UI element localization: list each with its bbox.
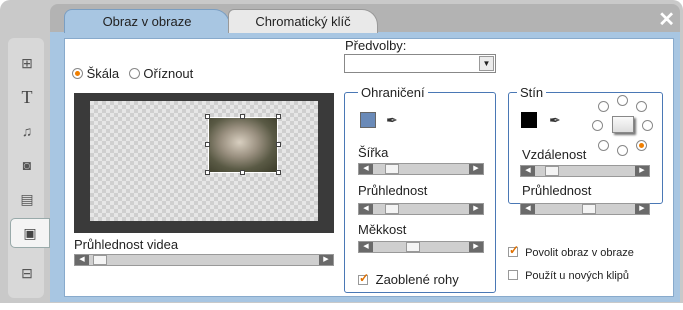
sidebar-item-layout[interactable]: ⊞ [10, 48, 44, 78]
enable-pip-label: Povolit obraz v obraze [525, 247, 634, 259]
border-opacity-slider[interactable]: ◀ ▶ [358, 203, 484, 215]
shadow-direction-bottom[interactable] [617, 145, 628, 156]
shadow-opacity-label: Průhlednost [522, 183, 592, 198]
radio-scale-label: Škála [86, 66, 120, 81]
sidebar: ⊞ T ♫ ◙ ▤ ▣ ⊟ [8, 38, 50, 298]
slider-thumb[interactable] [405, 242, 420, 252]
resize-handle[interactable] [240, 114, 245, 119]
enable-pip-option[interactable]: Povolit obraz v obraze [508, 243, 634, 259]
picture-in-picture-icon: ▣ [23, 224, 37, 241]
radio-crop-label: Oříznout [143, 66, 194, 81]
shadow-color-swatch[interactable] [521, 112, 537, 128]
eyedropper-icon[interactable]: ✒ [549, 112, 561, 129]
audio-clip-icon: ♫ [21, 123, 33, 139]
use-new-clips-checkbox[interactable] [508, 270, 518, 280]
tab-label: Chromatický klíč [255, 14, 351, 29]
close-icon[interactable]: ✕ [658, 10, 675, 30]
resize-handle[interactable] [205, 114, 210, 119]
shadow-direction-top[interactable] [617, 95, 628, 106]
shadow-direction-left[interactable] [592, 120, 603, 131]
preview-canvas [90, 101, 318, 221]
arrow-right-icon[interactable]: ▶ [635, 204, 649, 214]
preview-area [74, 93, 334, 233]
use-new-clips-option[interactable]: Použít u nových klipů [508, 270, 629, 282]
arrow-left-icon[interactable]: ◀ [359, 204, 373, 214]
sidebar-item-clapper[interactable]: ▤ [10, 184, 44, 214]
tab-chroma-key[interactable]: Chromatický klíč [228, 9, 378, 33]
video-opacity-label: Průhlednost videa [74, 237, 179, 252]
sidebar-item-pip[interactable]: ▣ [10, 218, 50, 248]
tab-label: Obraz v obraze [102, 14, 192, 29]
enable-pip-checkbox[interactable] [508, 243, 519, 257]
slider-thumb[interactable] [93, 255, 108, 265]
resize-handle[interactable] [205, 142, 210, 147]
rounded-corners-label: Zaoblené rohy [375, 272, 459, 287]
arrow-right-icon[interactable]: ▶ [469, 164, 483, 174]
rounded-corners-checkbox[interactable] [358, 271, 369, 285]
sidebar-item-camera[interactable]: ◙ [10, 150, 44, 180]
clapper-icon: ▤ [20, 190, 34, 207]
arrow-right-icon[interactable]: ▶ [319, 255, 333, 265]
shadow-preview-icon [612, 116, 634, 133]
sidebar-item-title[interactable]: T [10, 82, 44, 112]
mode-selector: Škála Oříznout [72, 66, 193, 81]
radio-scale[interactable]: Škála [72, 66, 119, 81]
border-color-swatch[interactable] [360, 112, 376, 128]
presets-label: Předvolby: [345, 38, 407, 53]
use-new-clips-label: Použít u nových klipů [525, 270, 630, 282]
layout-icon: ⊞ [21, 54, 33, 71]
radio-scale-indicator[interactable] [72, 68, 83, 79]
chevron-down-icon[interactable]: ▼ [479, 56, 494, 71]
slider-thumb[interactable] [582, 204, 597, 214]
presets-dropdown[interactable]: ▼ [344, 54, 496, 73]
resize-handle[interactable] [276, 114, 281, 119]
filmstrip-icon: ⊟ [21, 264, 33, 281]
arrow-left-icon[interactable]: ◀ [521, 204, 535, 214]
resize-handle[interactable] [276, 170, 281, 175]
arrow-left-icon[interactable]: ◀ [521, 166, 535, 176]
border-opacity-label: Průhlednost [358, 183, 428, 198]
shadow-direction-top-left[interactable] [598, 101, 609, 112]
arrow-right-icon[interactable]: ▶ [469, 242, 483, 252]
arrow-right-icon[interactable]: ▶ [635, 166, 649, 176]
border-width-slider[interactable]: ◀ ▶ [358, 163, 484, 175]
resize-handle[interactable] [276, 142, 281, 147]
shadow-opacity-slider[interactable]: ◀ ▶ [520, 203, 650, 215]
arrow-right-icon[interactable]: ▶ [469, 204, 483, 214]
slider-thumb[interactable] [545, 166, 560, 176]
arrow-left-icon[interactable]: ◀ [359, 164, 373, 174]
border-group-title: Ohraničení [358, 85, 428, 100]
shadow-direction-top-right[interactable] [636, 101, 647, 112]
shadow-direction-right[interactable] [642, 120, 653, 131]
border-width-label: Šířka [358, 145, 389, 160]
slider-thumb[interactable] [385, 164, 400, 174]
shadow-direction-bottom-left[interactable] [598, 140, 609, 151]
shadow-distance-slider[interactable]: ◀ ▶ [520, 165, 650, 177]
arrow-left-icon[interactable]: ◀ [75, 255, 89, 265]
shadow-group-title: Stín [517, 85, 547, 100]
shadow-distance-label: Vzdálenost [522, 147, 587, 162]
border-softness-label: Měkkost [358, 222, 407, 237]
sidebar-item-audio[interactable]: ♫ [10, 116, 44, 146]
video-opacity-slider[interactable]: ◀ ▶ [74, 254, 334, 266]
radio-crop[interactable]: Oříznout [128, 66, 194, 81]
eyedropper-icon[interactable]: ✒ [386, 112, 398, 129]
tab-picture-in-picture[interactable]: Obraz v obraze [64, 9, 230, 33]
resize-handle[interactable] [240, 170, 245, 175]
sidebar-item-filmstrip[interactable]: ⊟ [10, 258, 44, 288]
arrow-left-icon[interactable]: ◀ [359, 242, 373, 252]
title-text-icon: T [21, 86, 33, 107]
radio-crop-indicator[interactable] [128, 68, 140, 79]
pip-video-frame[interactable] [208, 117, 278, 173]
resize-handle[interactable] [205, 170, 210, 175]
border-softness-slider[interactable]: ◀ ▶ [358, 241, 484, 253]
camera-icon: ◙ [22, 157, 32, 173]
slider-thumb[interactable] [385, 204, 400, 214]
shadow-direction-bottom-right[interactable] [636, 140, 647, 151]
rounded-corners-option[interactable]: Zaoblené rohy [358, 271, 459, 287]
